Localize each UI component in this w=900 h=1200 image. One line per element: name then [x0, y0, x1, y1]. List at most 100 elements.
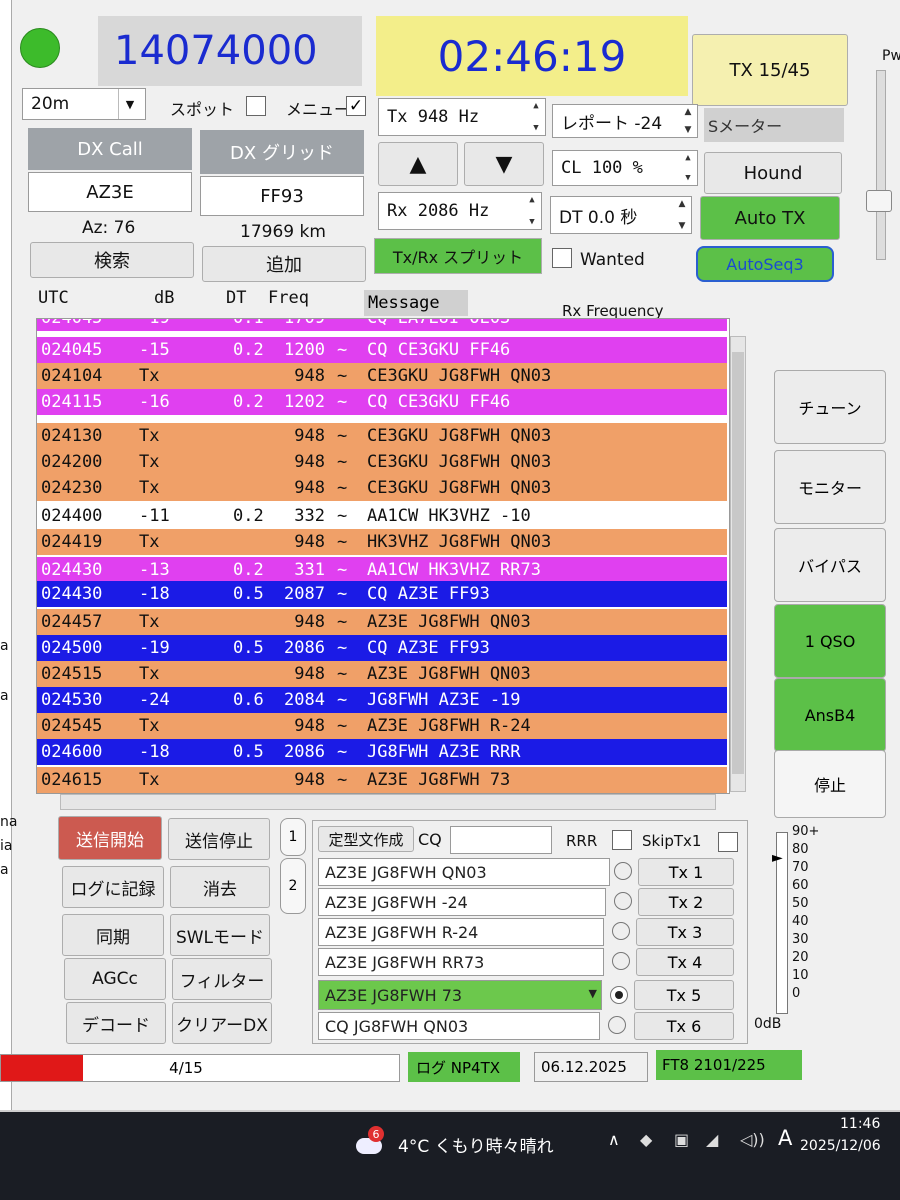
decode-row[interactable]: 024045 -19 0.1 1709 ~ CQ EA7LUI OE03 — [37, 319, 727, 331]
skiptx1-checkbox[interactable] — [718, 832, 738, 852]
dx-grid-field[interactable]: FF93 — [200, 176, 364, 216]
app-tray-icon[interactable]: ◆ — [640, 1130, 652, 1149]
dt-spinbox[interactable]: DT 0.0 秒 ▲ ▼ — [550, 196, 692, 234]
tx4-message-field[interactable]: AZ3E JG8FWH RR73 — [318, 948, 604, 976]
tx6-message-field[interactable]: CQ JG8FWH QN03 — [318, 1012, 600, 1040]
decode-row[interactable]: 024230 Tx 948 ~ CE3GKU JG8FWH QN03 — [37, 475, 727, 501]
tx3-message-field[interactable]: AZ3E JG8FWH R-24 — [318, 918, 604, 946]
volume-icon[interactable]: ◁)) — [740, 1130, 765, 1149]
erase-button[interactable]: 消去 — [170, 866, 270, 908]
tune-button[interactable]: チューン — [774, 370, 886, 444]
decode-row[interactable]: 024545 Tx 948 ~ AZ3E JG8FWH R-24 — [37, 713, 727, 739]
tx2-radio[interactable] — [614, 892, 632, 910]
bypass-button[interactable]: バイパス — [774, 528, 886, 602]
decode-row[interactable]: 024430 -13 0.2 331 ~ AA1CW HK3VHZ RR73 — [37, 557, 727, 583]
sync-button[interactable]: 同期 — [62, 914, 164, 956]
taskbar-time[interactable]: 11:46 — [840, 1116, 880, 1132]
chevron-down-icon[interactable]: ▼ — [118, 89, 141, 119]
menu-checkbox[interactable]: ✓ — [346, 96, 366, 116]
tx-counter-button[interactable]: TX 15/45 — [692, 34, 848, 106]
spot-checkbox[interactable] — [246, 96, 266, 116]
tx-frequency-spinbox[interactable]: Tx 948 Hz ▲ ▼ — [378, 98, 546, 136]
decode-row[interactable]: 024515 Tx 948 ~ AZ3E JG8FWH QN03 — [37, 661, 727, 687]
autoseq-button[interactable]: AutoSeq3 — [696, 246, 834, 282]
add-button[interactable]: 追加 — [202, 246, 366, 282]
ansb4-button[interactable]: AnsB4 — [774, 678, 886, 752]
decode-row[interactable]: 024130 Tx 948 ~ CE3GKU JG8FWH QN03 — [37, 423, 727, 449]
tx5-message-select[interactable]: AZ3E JG8FWH 73 ▼ — [318, 980, 602, 1010]
clear-dx-button[interactable]: クリアーDX — [172, 1002, 272, 1044]
stop-button[interactable]: 停止 — [774, 750, 886, 818]
enable-tx-button[interactable]: 送信開始 — [58, 816, 162, 860]
decode-row[interactable]: 024500 -19 0.5 2086 ~ CQ AZ3E FF93 — [37, 635, 727, 661]
spin-arrows-icon[interactable]: ▲ ▼ — [675, 199, 689, 231]
power-slider[interactable] — [876, 70, 886, 260]
auto-tx-button[interactable]: Auto TX — [700, 196, 840, 240]
monitor-button[interactable]: モニター — [774, 450, 886, 524]
tx1-button[interactable]: Tx 1 — [638, 858, 734, 886]
generate-messages-button[interactable]: 定型文作成 — [318, 826, 414, 852]
band-select[interactable]: 20m ▼ — [22, 88, 146, 120]
tab-1[interactable]: 1 — [280, 818, 306, 856]
cq-input[interactable] — [450, 826, 552, 854]
taskbar-date[interactable]: 2025/12/06 — [800, 1138, 881, 1154]
tx1-message-field[interactable]: AZ3E JG8FWH QN03 — [318, 858, 610, 886]
tab-2[interactable]: 2 — [280, 858, 306, 914]
rrr-checkbox[interactable] — [612, 830, 632, 850]
spin-arrows-icon[interactable]: ▲ ▼ — [681, 107, 695, 135]
horizontal-scrollbar[interactable] — [60, 794, 716, 810]
decode-row[interactable]: 024045 -15 0.2 1200 ~ CQ CE3GKU FF46 — [37, 337, 727, 363]
power-slider-handle[interactable] — [866, 190, 892, 212]
weather-text[interactable]: 4°C くもり時々晴れ — [398, 1132, 554, 1157]
dx-call-field[interactable]: AZ3E — [28, 172, 192, 212]
spin-arrows-icon[interactable]: ▲ ▼ — [525, 195, 539, 227]
decode-row[interactable]: 024104 Tx 948 ~ CE3GKU JG8FWH QN03 — [37, 363, 727, 389]
decode-button[interactable]: デコード — [66, 1002, 166, 1044]
search-button[interactable]: 検索 — [30, 242, 194, 278]
ime-indicator[interactable]: A — [778, 1126, 792, 1150]
wanted-checkbox[interactable] — [552, 248, 572, 268]
filter-button[interactable]: フィルター — [172, 958, 272, 1000]
decode-row[interactable]: 024600 -18 0.5 2086 ~ JG8FWH AZ3E RRR — [37, 739, 727, 765]
tx3-radio[interactable] — [612, 922, 630, 940]
decode-row[interactable]: 024615 Tx 948 ~ AZ3E JG8FWH 73 — [37, 767, 727, 793]
tx2-button[interactable]: Tx 2 — [638, 888, 734, 916]
tx4-button[interactable]: Tx 4 — [636, 948, 734, 976]
decode-row[interactable]: 024115 -16 0.2 1202 ~ CQ CE3GKU FF46 — [37, 389, 727, 415]
rx-frequency-spinbox[interactable]: Rx 2086 Hz ▲ ▼ — [378, 192, 542, 230]
spin-arrows-icon[interactable]: ▲ ▼ — [529, 101, 543, 133]
agc-button[interactable]: AGCc — [64, 958, 166, 1000]
tx1-radio[interactable] — [614, 862, 632, 880]
report-spinbox[interactable]: レポート -24 ▲ ▼ — [552, 104, 698, 138]
one-qso-button[interactable]: 1 QSO — [774, 604, 886, 678]
tx5-button[interactable]: Tx 5 — [634, 980, 734, 1010]
tx6-button[interactable]: Tx 6 — [634, 1012, 734, 1040]
chevron-down-icon[interactable]: ▼ — [589, 987, 597, 1000]
scrollbar-thumb[interactable] — [732, 352, 744, 774]
device-tray-icon[interactable]: ▣ — [674, 1130, 689, 1149]
decode-row[interactable]: 024457 Tx 948 ~ AZ3E JG8FWH QN03 — [37, 609, 727, 635]
decode-row[interactable]: 024430 -18 0.5 2087 ~ CQ AZ3E FF93 — [37, 581, 727, 607]
tx3-button[interactable]: Tx 3 — [636, 918, 734, 946]
log-qso-button[interactable]: ログに記録 — [62, 866, 164, 908]
arrow-up-button[interactable]: ▲ — [378, 142, 458, 186]
swl-mode-button[interactable]: SWLモード — [170, 914, 270, 956]
decode-row[interactable]: 024200 Tx 948 ~ CE3GKU JG8FWH QN03 — [37, 449, 727, 475]
arrow-down-button[interactable]: ▼ — [464, 142, 544, 186]
network-icon[interactable]: ◢ — [706, 1130, 718, 1149]
tx4-radio[interactable] — [612, 952, 630, 970]
halt-tx-button[interactable]: 送信停止 — [168, 818, 270, 860]
decode-row[interactable]: 024400 -11 0.2 332 ~ AA1CW HK3VHZ -10 — [37, 503, 717, 529]
tx5-radio[interactable] — [610, 986, 628, 1004]
tx-rx-split-button[interactable]: Tx/Rx スプリット — [374, 238, 542, 274]
cl-spinbox[interactable]: CL 100 % ▲ ▼ — [552, 150, 698, 186]
decode-row[interactable]: 024530 -24 0.6 2084 ~ JG8FWH AZ3E -19 — [37, 687, 727, 713]
spin-arrows-icon[interactable]: ▲ ▼ — [681, 153, 695, 183]
weather-icon[interactable]: 6 — [352, 1126, 388, 1162]
hound-button[interactable]: Hound — [704, 152, 842, 194]
tx6-radio[interactable] — [608, 1016, 626, 1034]
band-activity-list[interactable]: 024045 -19 0.1 1709 ~ CQ EA7LUI OE03 024045 -15… — [36, 318, 730, 794]
tx2-message-field[interactable]: AZ3E JG8FWH -24 — [318, 888, 606, 916]
decode-row[interactable]: 024419 Tx 948 ~ HK3VHZ JG8FWH QN03 — [37, 529, 727, 555]
chevron-up-icon[interactable]: ∧ — [608, 1130, 620, 1149]
